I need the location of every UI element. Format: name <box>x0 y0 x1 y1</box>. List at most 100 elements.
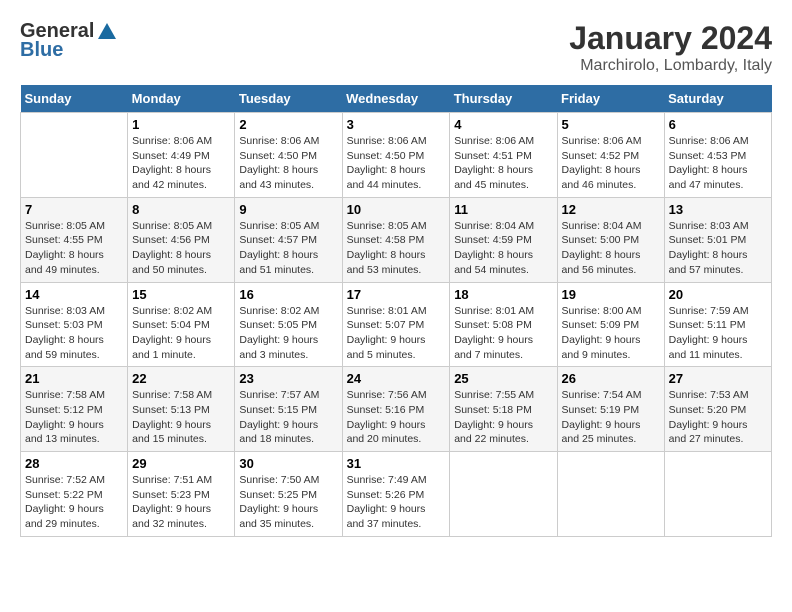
calendar-cell: 28 Sunrise: 7:52 AM Sunset: 5:22 PM Dayli… <box>21 452 128 537</box>
day-info: Sunrise: 8:05 AM Sunset: 4:56 PM Dayligh… <box>132 219 230 278</box>
logo: General Blue <box>20 20 116 62</box>
calendar-cell: 14 Sunrise: 8:03 AM Sunset: 5:03 PM Dayli… <box>21 282 128 367</box>
calendar-week-1: 1 Sunrise: 8:06 AM Sunset: 4:49 PM Daylig… <box>21 113 772 198</box>
calendar-cell: 18Sunrise: 8:01 AM Sunset: 5:08 PM Dayli… <box>450 282 557 367</box>
day-info: Sunrise: 8:06 AM Sunset: 4:49 PM Dayligh… <box>132 134 230 193</box>
day-number: 29 <box>132 456 230 471</box>
calendar-week-3: 14 Sunrise: 8:03 AM Sunset: 5:03 PM Dayli… <box>21 282 772 367</box>
logo-triangle-icon <box>98 23 116 39</box>
day-number: 15 <box>132 287 230 302</box>
day-info: Sunrise: 7:52 AM Sunset: 5:22 PM Dayligh… <box>25 473 123 532</box>
day-number: 16 <box>239 287 337 302</box>
day-number: 1 <box>132 117 230 132</box>
calendar-cell: 30Sunrise: 7:50 AM Sunset: 5:25 PM Dayli… <box>235 452 342 537</box>
calendar-cell: 27Sunrise: 7:53 AM Sunset: 5:20 PM Dayli… <box>664 367 771 452</box>
calendar-cell <box>664 452 771 537</box>
calendar-title: January 2024 <box>569 20 772 57</box>
calendar-table: SundayMondayTuesdayWednesdayThursdayFrid… <box>20 85 772 537</box>
calendar-week-2: 7 Sunrise: 8:05 AM Sunset: 4:55 PM Daylig… <box>21 197 772 282</box>
day-info: Sunrise: 8:06 AM Sunset: 4:51 PM Dayligh… <box>454 134 552 193</box>
day-number: 21 <box>25 371 123 386</box>
calendar-cell <box>557 452 664 537</box>
day-header-saturday: Saturday <box>664 85 771 113</box>
day-info: Sunrise: 7:49 AM Sunset: 5:26 PM Dayligh… <box>347 473 446 532</box>
calendar-cell: 9 Sunrise: 8:05 AM Sunset: 4:57 PM Daylig… <box>235 197 342 282</box>
day-number: 2 <box>239 117 337 132</box>
day-info: Sunrise: 8:02 AM Sunset: 5:04 PM Dayligh… <box>132 304 230 363</box>
day-info: Sunrise: 7:57 AM Sunset: 5:15 PM Dayligh… <box>239 388 337 447</box>
calendar-cell: 1 Sunrise: 8:06 AM Sunset: 4:49 PM Daylig… <box>128 113 235 198</box>
day-number: 12 <box>562 202 660 217</box>
day-header-wednesday: Wednesday <box>342 85 450 113</box>
day-header-friday: Friday <box>557 85 664 113</box>
day-info: Sunrise: 7:51 AM Sunset: 5:23 PM Dayligh… <box>132 473 230 532</box>
day-number: 30 <box>239 456 337 471</box>
day-number: 18 <box>454 287 552 302</box>
day-number: 6 <box>669 117 767 132</box>
day-info: Sunrise: 8:06 AM Sunset: 4:50 PM Dayligh… <box>239 134 337 193</box>
day-info: Sunrise: 8:05 AM Sunset: 4:57 PM Dayligh… <box>239 219 337 278</box>
day-number: 24 <box>347 371 446 386</box>
calendar-cell: 23 Sunrise: 7:57 AM Sunset: 5:15 PM Dayli… <box>235 367 342 452</box>
calendar-cell: 10 Sunrise: 8:05 AM Sunset: 4:58 PM Dayli… <box>342 197 450 282</box>
day-number: 23 <box>239 371 337 386</box>
day-info: Sunrise: 8:05 AM Sunset: 4:55 PM Dayligh… <box>25 219 123 278</box>
calendar-cell: 20 Sunrise: 7:59 AM Sunset: 5:11 PM Dayli… <box>664 282 771 367</box>
day-header-thursday: Thursday <box>450 85 557 113</box>
day-info: Sunrise: 8:03 AM Sunset: 5:01 PM Dayligh… <box>669 219 767 278</box>
calendar-cell: 19Sunrise: 8:00 AM Sunset: 5:09 PM Dayli… <box>557 282 664 367</box>
day-number: 8 <box>132 202 230 217</box>
title-section: January 2024 Marchirolo, Lombardy, Italy <box>569 20 772 75</box>
day-number: 26 <box>562 371 660 386</box>
day-number: 13 <box>669 202 767 217</box>
day-info: Sunrise: 8:06 AM Sunset: 4:50 PM Dayligh… <box>347 134 446 193</box>
day-number: 5 <box>562 117 660 132</box>
day-number: 19 <box>562 287 660 302</box>
day-info: Sunrise: 8:03 AM Sunset: 5:03 PM Dayligh… <box>25 304 123 363</box>
day-number: 28 <box>25 456 123 471</box>
calendar-cell: 12Sunrise: 8:04 AM Sunset: 5:00 PM Dayli… <box>557 197 664 282</box>
calendar-cell: 26Sunrise: 7:54 AM Sunset: 5:19 PM Dayli… <box>557 367 664 452</box>
day-number: 7 <box>25 202 123 217</box>
day-info: Sunrise: 8:06 AM Sunset: 4:52 PM Dayligh… <box>562 134 660 193</box>
calendar-cell <box>450 452 557 537</box>
calendar-cell: 29 Sunrise: 7:51 AM Sunset: 5:23 PM Dayli… <box>128 452 235 537</box>
calendar-cell: 16Sunrise: 8:02 AM Sunset: 5:05 PM Dayli… <box>235 282 342 367</box>
day-info: Sunrise: 8:04 AM Sunset: 4:59 PM Dayligh… <box>454 219 552 278</box>
day-number: 20 <box>669 287 767 302</box>
day-number: 14 <box>25 287 123 302</box>
day-info: Sunrise: 7:56 AM Sunset: 5:16 PM Dayligh… <box>347 388 446 447</box>
day-number: 3 <box>347 117 446 132</box>
day-header-sunday: Sunday <box>21 85 128 113</box>
calendar-cell: 7 Sunrise: 8:05 AM Sunset: 4:55 PM Daylig… <box>21 197 128 282</box>
calendar-cell: 15 Sunrise: 8:02 AM Sunset: 5:04 PM Dayli… <box>128 282 235 367</box>
calendar-cell: 2 Sunrise: 8:06 AM Sunset: 4:50 PM Daylig… <box>235 113 342 198</box>
day-header-tuesday: Tuesday <box>235 85 342 113</box>
day-number: 10 <box>347 202 446 217</box>
calendar-cell: 13 Sunrise: 8:03 AM Sunset: 5:01 PM Dayli… <box>664 197 771 282</box>
calendar-cell: 8 Sunrise: 8:05 AM Sunset: 4:56 PM Daylig… <box>128 197 235 282</box>
day-header-monday: Monday <box>128 85 235 113</box>
calendar-cell: 3 Sunrise: 8:06 AM Sunset: 4:50 PM Daylig… <box>342 113 450 198</box>
calendar-cell: 6Sunrise: 8:06 AM Sunset: 4:53 PM Daylig… <box>664 113 771 198</box>
calendar-cell <box>21 113 128 198</box>
calendar-cell: 24 Sunrise: 7:56 AM Sunset: 5:16 PM Dayli… <box>342 367 450 452</box>
day-info: Sunrise: 7:58 AM Sunset: 5:12 PM Dayligh… <box>25 388 123 447</box>
day-number: 9 <box>239 202 337 217</box>
calendar-header-row: SundayMondayTuesdayWednesdayThursdayFrid… <box>21 85 772 113</box>
page-header: General Blue January 2024 Marchirolo, Lo… <box>20 20 772 75</box>
day-number: 4 <box>454 117 552 132</box>
calendar-cell: 31 Sunrise: 7:49 AM Sunset: 5:26 PM Dayli… <box>342 452 450 537</box>
calendar-week-5: 28 Sunrise: 7:52 AM Sunset: 5:22 PM Dayli… <box>21 452 772 537</box>
day-number: 25 <box>454 371 552 386</box>
calendar-cell: 17Sunrise: 8:01 AM Sunset: 5:07 PM Dayli… <box>342 282 450 367</box>
day-info: Sunrise: 7:59 AM Sunset: 5:11 PM Dayligh… <box>669 304 767 363</box>
day-number: 31 <box>347 456 446 471</box>
day-info: Sunrise: 7:58 AM Sunset: 5:13 PM Dayligh… <box>132 388 230 447</box>
day-number: 27 <box>669 371 767 386</box>
calendar-subtitle: Marchirolo, Lombardy, Italy <box>569 57 772 75</box>
day-number: 22 <box>132 371 230 386</box>
calendar-cell: 4 Sunrise: 8:06 AM Sunset: 4:51 PM Daylig… <box>450 113 557 198</box>
day-info: Sunrise: 7:55 AM Sunset: 5:18 PM Dayligh… <box>454 388 552 447</box>
day-info: Sunrise: 8:05 AM Sunset: 4:58 PM Dayligh… <box>347 219 446 278</box>
